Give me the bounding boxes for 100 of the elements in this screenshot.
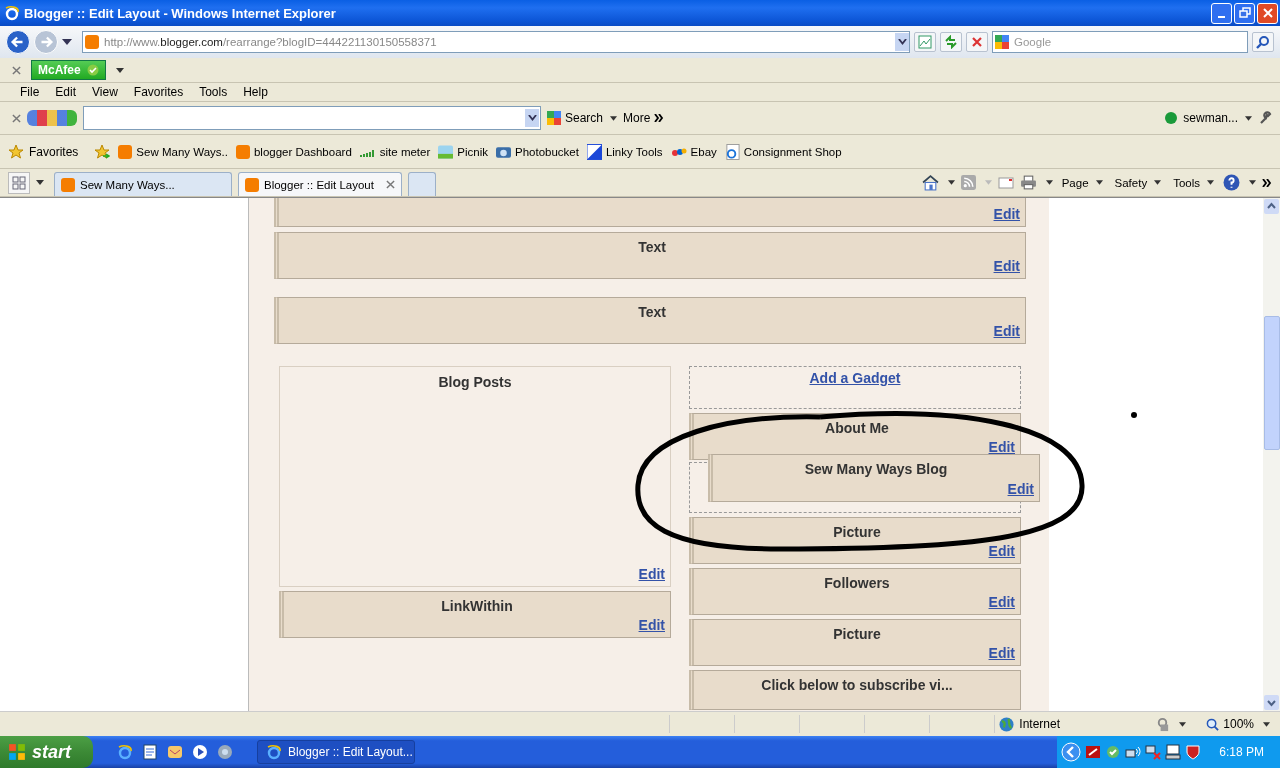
close-icon[interactable]	[12, 113, 21, 123]
menu-item[interactable]: View	[84, 85, 126, 99]
globe-icon[interactable]	[217, 744, 233, 760]
wireless-network-icon[interactable]	[1125, 744, 1142, 760]
compatibility-button[interactable]	[914, 32, 936, 52]
command-menu[interactable]: Safety	[1111, 176, 1165, 189]
favorites-button[interactable]: Favorites	[8, 143, 79, 160]
favorite-link[interactable]: Ebay	[670, 145, 717, 158]
home-icon[interactable]	[921, 174, 939, 191]
tray-app-icon[interactable]	[1085, 744, 1102, 760]
browser-tab[interactable]: Blogger :: Edit Layout	[238, 172, 402, 196]
close-icon[interactable]	[386, 180, 395, 189]
caret-icon[interactable]	[1179, 721, 1187, 727]
back-button[interactable]	[6, 30, 30, 54]
favorite-link[interactable]: Linky Tools	[586, 143, 663, 160]
media-player-icon[interactable]	[192, 744, 208, 760]
edit-link[interactable]: Edit	[993, 323, 1020, 339]
favorite-link[interactable]: Sew Many Ways..	[118, 144, 228, 159]
page-element[interactable]: Blog Posts Edit	[279, 366, 671, 587]
caret-icon[interactable]	[1045, 180, 1053, 185]
caret-icon[interactable]	[947, 180, 955, 185]
menu-item[interactable]: File	[12, 85, 48, 99]
search-button[interactable]	[1252, 32, 1274, 52]
google-search-field[interactable]	[83, 106, 541, 130]
edit-link[interactable]: Edit	[988, 594, 1015, 610]
page-element[interactable]: Followers Edit	[689, 568, 1021, 615]
menu-item[interactable]: Tools	[191, 85, 236, 99]
tray-status-icon[interactable]	[1105, 744, 1122, 760]
page-element[interactable]: Text Edit	[274, 297, 1026, 344]
favorite-link[interactable]: Consignment Shop	[724, 143, 842, 160]
windows-logo-icon	[8, 743, 26, 761]
minimize-button[interactable]	[1211, 2, 1232, 24]
favorite-link[interactable]: blogger Dashboard	[235, 144, 352, 159]
computer-icon[interactable]	[1165, 744, 1182, 760]
close-button[interactable]	[1257, 2, 1278, 24]
favorite-link[interactable]: Photobucket	[496, 144, 579, 159]
page-chart-icon	[918, 35, 932, 49]
favorite-link[interactable]: site meter	[359, 145, 431, 158]
zoom-button[interactable]: 100%	[1206, 717, 1254, 731]
scrollbar[interactable]	[1263, 198, 1280, 711]
show-hidden-icons-button[interactable]	[1061, 742, 1082, 762]
refresh-button[interactable]	[940, 32, 962, 52]
browser-tab[interactable]: Sew Many Ways...	[54, 172, 232, 196]
edit-link[interactable]: Edit	[988, 645, 1015, 661]
edit-link[interactable]: Edit	[638, 566, 665, 582]
account-button[interactable]: sewman...	[1183, 111, 1252, 125]
page-element[interactable]: LinkWithin Edit	[279, 591, 671, 638]
command-menu[interactable]: Tools	[1170, 176, 1217, 189]
scroll-up-icon[interactable]	[1264, 199, 1279, 214]
network-disconnected-icon[interactable]	[1145, 744, 1162, 760]
quick-tabs-button[interactable]	[8, 171, 30, 194]
close-icon[interactable]	[12, 65, 21, 75]
mail-icon[interactable]	[997, 176, 1014, 189]
mail-icon[interactable]	[167, 744, 183, 760]
document-icon[interactable]	[142, 744, 158, 760]
caret-icon[interactable]	[115, 67, 124, 73]
print-icon[interactable]	[1019, 175, 1037, 190]
wrench-icon[interactable]	[1258, 111, 1272, 125]
edit-link[interactable]: Edit	[1007, 481, 1034, 497]
stop-button[interactable]	[966, 32, 988, 52]
restore-button[interactable]	[1234, 2, 1255, 24]
dragged-page-element[interactable]: Sew Many Ways Blog Edit	[708, 454, 1040, 502]
caret-icon[interactable]	[36, 180, 44, 185]
command-menu[interactable]: Page	[1058, 176, 1106, 189]
add-favorite-icon[interactable]	[94, 143, 111, 160]
shield-icon[interactable]	[1185, 744, 1202, 760]
menu-item[interactable]: Help	[235, 85, 276, 99]
search-button[interactable]: Search	[547, 111, 618, 125]
browser-icon[interactable]	[117, 744, 133, 760]
caret-icon[interactable]	[1263, 721, 1270, 727]
dropdown-button[interactable]	[525, 109, 539, 127]
page-element[interactable]: Edit	[274, 198, 1026, 227]
menu-item[interactable]: Edit	[47, 85, 85, 99]
address-field[interactable]: http://www.blogger.com/rearrange?blogID=444221130150558371	[82, 31, 910, 53]
scroll-down-icon[interactable]	[1264, 695, 1279, 710]
element-title: Text	[638, 239, 666, 255]
edit-link[interactable]: Edit	[638, 617, 665, 633]
edit-link[interactable]: Edit	[988, 543, 1015, 559]
menu-item[interactable]: Favorites	[125, 85, 192, 99]
start-button[interactable]: start	[0, 736, 93, 768]
edit-link[interactable]: Edit	[993, 258, 1020, 274]
search-field[interactable]: Google	[992, 31, 1248, 53]
add-gadget-link[interactable]: Add a Gadget	[809, 370, 901, 408]
favorite-link[interactable]: Picnik	[438, 144, 488, 159]
page-element[interactable]: Picture Edit	[689, 517, 1021, 564]
caret-icon[interactable]	[62, 39, 72, 45]
page-element[interactable]: Click below to subscribe vi...	[689, 670, 1021, 710]
double-chevron-icon[interactable]	[1262, 178, 1272, 187]
taskbar-window-button[interactable]: Blogger :: Edit Layout...	[257, 740, 415, 764]
caret-icon[interactable]	[1249, 180, 1256, 185]
more-button[interactable]: More	[623, 111, 665, 125]
edit-link[interactable]: Edit	[988, 439, 1015, 455]
page-element[interactable]: Picture Edit	[689, 619, 1021, 666]
scrollbar-thumb[interactable]	[1263, 316, 1280, 450]
page-element[interactable]: Text Edit	[274, 232, 1026, 279]
edit-link[interactable]: Edit	[993, 206, 1020, 222]
dropdown-button[interactable]	[895, 33, 909, 51]
help-icon[interactable]	[1223, 174, 1240, 191]
double-chevron-icon	[654, 114, 665, 122]
protected-mode-icon[interactable]	[1155, 716, 1171, 732]
